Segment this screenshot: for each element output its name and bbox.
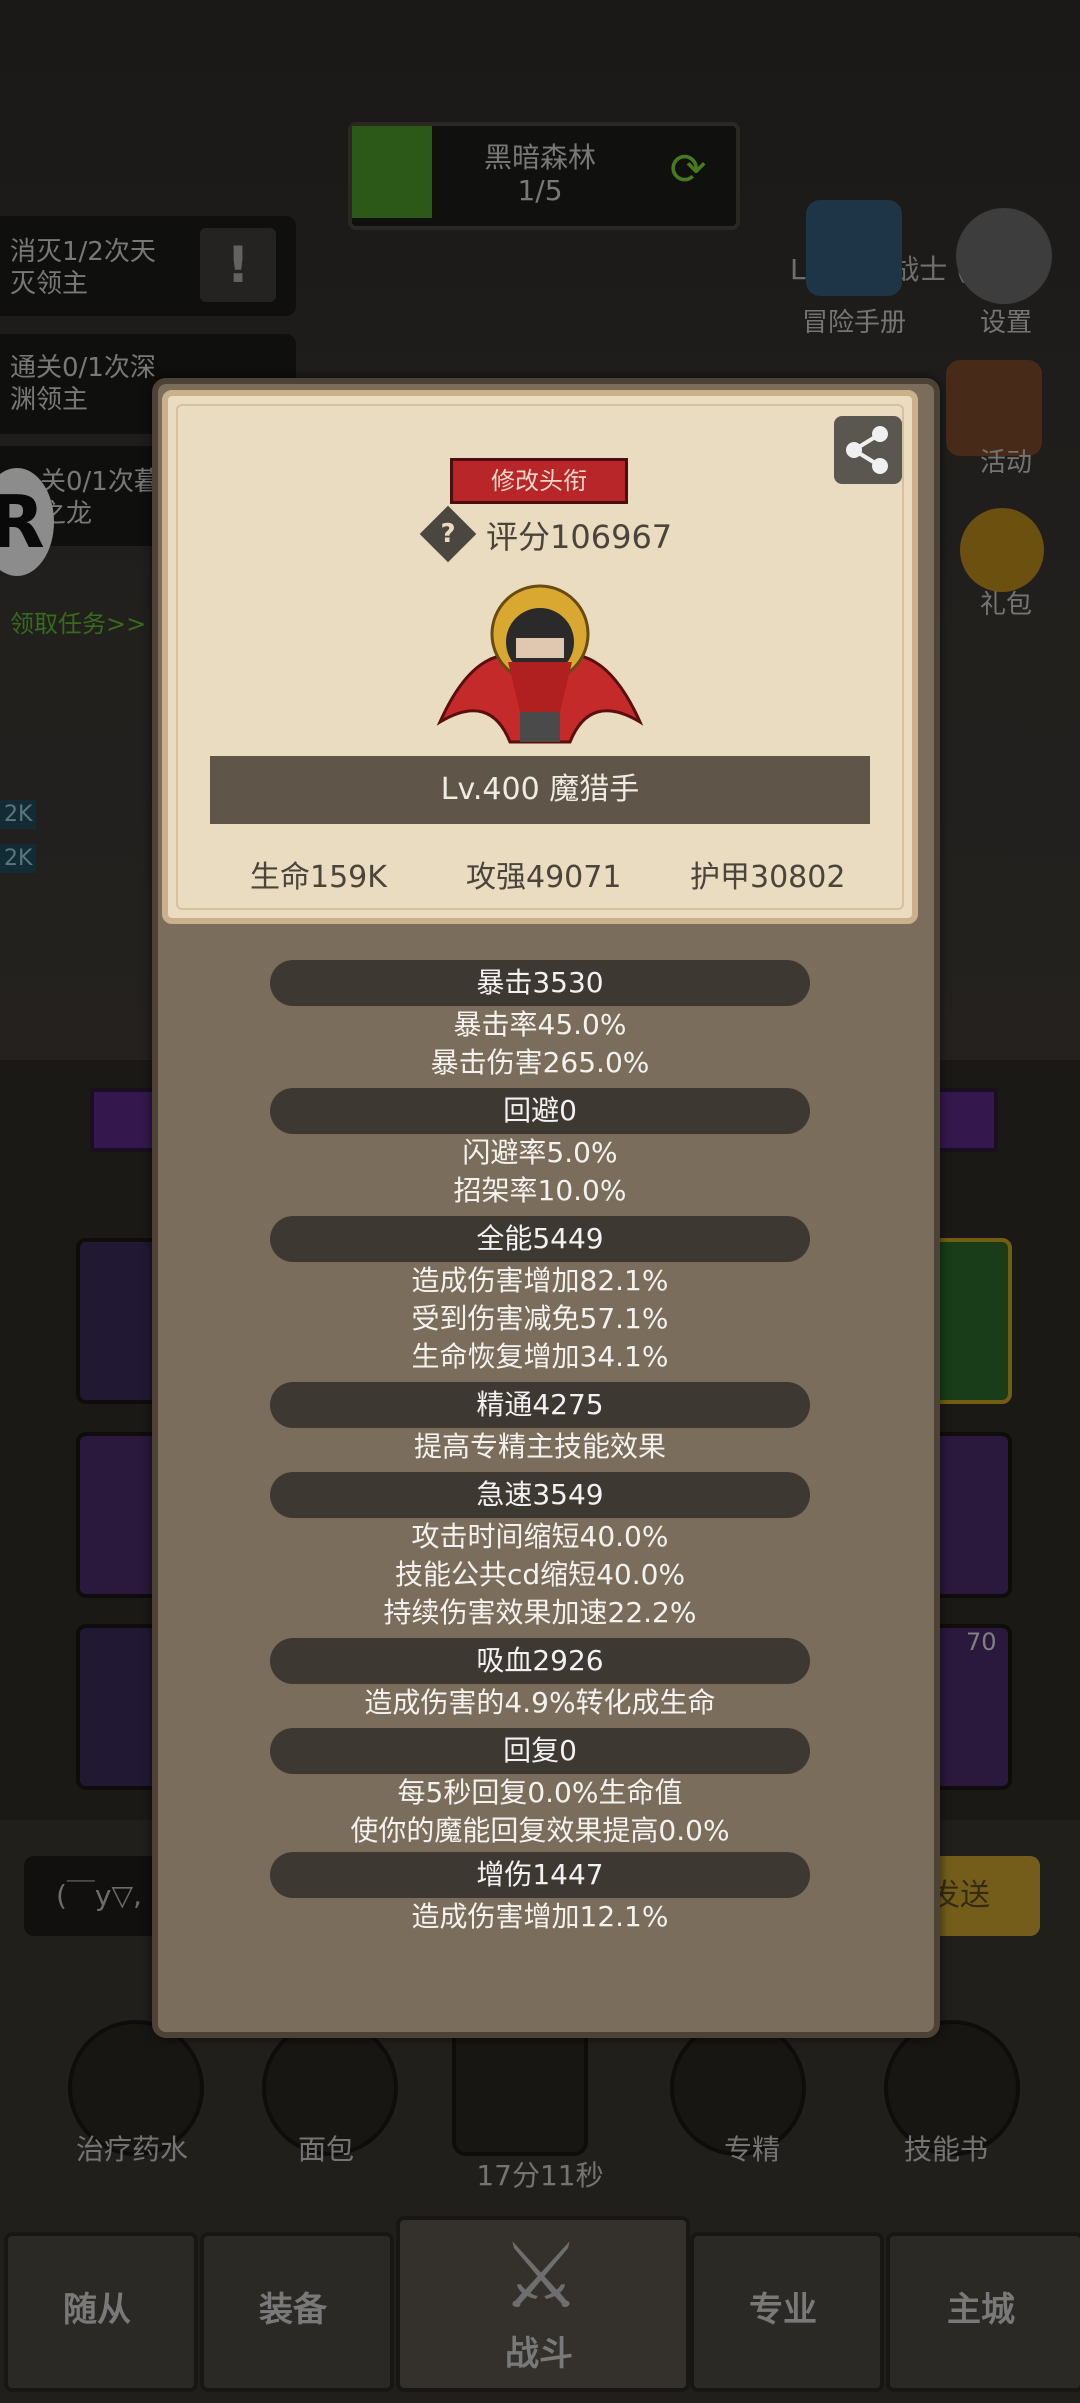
stat-header-haste: 急速3549	[270, 1472, 810, 1518]
stat-line: 造成伤害增加12.1%	[411, 1900, 669, 1933]
stat-line: 每5秒回复0.0%生命值	[397, 1776, 683, 1809]
edit-title-button[interactable]: 修改头衔	[450, 458, 628, 504]
stat-line: 使你的魔能回复效果提高0.0%	[350, 1814, 730, 1847]
share-icon	[846, 426, 888, 474]
stat-header-lifesteal: 吸血2926	[270, 1638, 810, 1684]
stat-line: 造成伤害的4.9%转化成生命	[364, 1686, 716, 1719]
stat-line: 攻击时间缩短40.0%	[411, 1520, 669, 1553]
score-text: 评分106967	[486, 518, 673, 556]
stat-line: 提高专精主技能效果	[413, 1430, 666, 1463]
stat-header-mastery: 精通4275	[270, 1382, 810, 1428]
stat-line: 生命恢复增加34.1%	[411, 1340, 669, 1373]
stat-line: 技能公共cd缩短40.0%	[394, 1558, 686, 1591]
stat-line: 暴击伤害265.0%	[430, 1046, 650, 1079]
stat-line: 招架率10.0%	[453, 1174, 627, 1207]
stat-line: 受到伤害减免57.1%	[411, 1302, 669, 1335]
stat-header-regen: 回复0	[270, 1728, 810, 1774]
stat-header-damage-boost: 增伤1447	[270, 1852, 810, 1898]
stat-header-versatility: 全能5449	[270, 1216, 810, 1262]
stat-line: 暴击率45.0%	[453, 1008, 627, 1041]
stat-line: 闪避率5.0%	[462, 1136, 618, 1169]
attack-power-stat: 攻强49071	[466, 860, 622, 895]
help-question-mark: ?	[440, 519, 456, 549]
hp-stat: 生命159K	[250, 860, 387, 895]
share-button[interactable]	[834, 416, 902, 484]
stat-line: 持续伤害效果加速22.2%	[383, 1596, 697, 1629]
stat-line: 造成伤害增加82.1%	[411, 1264, 669, 1297]
character-portrait	[436, 584, 644, 744]
character-name-bar: Lv.400 魔猎手	[210, 756, 870, 824]
armor-stat: 护甲30802	[690, 860, 846, 895]
stat-header-crit: 暴击3530	[270, 960, 810, 1006]
stat-header-avoidance: 回避0	[270, 1088, 810, 1134]
